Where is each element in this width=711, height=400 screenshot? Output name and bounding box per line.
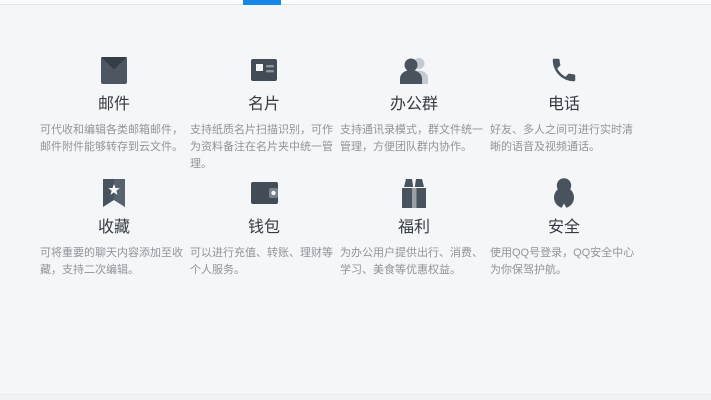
bookmark-star-icon xyxy=(39,178,189,208)
feature-title: 邮件 xyxy=(39,95,189,115)
feature-description: 可将重要的聊天内容添加至收藏，支持二次编辑。 xyxy=(40,245,187,279)
feature-description: 使用QQ号登录，QQ安全中心为你保驾护航。 xyxy=(490,245,637,279)
feature-card-security: 安全 使用QQ号登录，QQ安全中心为你保驾护航。 xyxy=(489,178,639,301)
feature-description: 好友、多人之间可进行实时清晰的语音及视频通话。 xyxy=(490,122,637,156)
feature-card-benefits: 福利 为办公用户提供出行、消费、学习、美食等优惠权益。 xyxy=(339,178,489,301)
qq-penguin-icon xyxy=(489,178,639,208)
active-tab-indicator[interactable] xyxy=(243,0,281,5)
feature-description: 支持通讯录模式，群文件统一管理，方便团队群内协作。 xyxy=(340,122,487,156)
wallet-icon xyxy=(189,178,339,208)
feature-card-favorites: 收藏 可将重要的聊天内容添加至收藏，支持二次编辑。 xyxy=(39,178,189,301)
feature-title: 福利 xyxy=(339,218,489,238)
feature-title: 钱包 xyxy=(189,218,339,238)
feature-description: 为办公用户提供出行、消费、学习、美食等优惠权益。 xyxy=(340,245,487,279)
office-group-icon xyxy=(339,55,489,85)
feature-description: 支持纸质名片扫描识别，可作为资料备注在名片夹中统一管理。 xyxy=(190,122,337,173)
feature-title: 安全 xyxy=(489,218,639,238)
feature-grid: 邮件 可代收和编辑各类邮箱邮件，邮件附件能够转存到云文件。 名片 支持纸质名片扫… xyxy=(39,55,639,301)
feature-card-mail: 邮件 可代收和编辑各类邮箱邮件，邮件附件能够转存到云文件。 xyxy=(39,55,189,178)
feature-title: 电话 xyxy=(489,95,639,115)
feature-description: 可以进行充值、转账、理财等个人服务。 xyxy=(190,245,337,279)
feature-title: 办公群 xyxy=(339,95,489,115)
mail-icon xyxy=(39,55,189,85)
feature-title: 名片 xyxy=(189,95,339,115)
phone-icon xyxy=(489,55,639,85)
feature-description: 可代收和编辑各类邮箱邮件，邮件附件能够转存到云文件。 xyxy=(40,122,187,156)
feature-page: 邮件 可代收和编辑各类邮箱邮件，邮件附件能够转存到云文件。 名片 支持纸质名片扫… xyxy=(0,0,711,400)
feature-title: 收藏 xyxy=(39,218,189,238)
feature-card-wallet: 钱包 可以进行充值、转账、理财等个人服务。 xyxy=(189,178,339,301)
business-card-icon xyxy=(189,55,339,85)
feature-card-phone: 电话 好友、多人之间可进行实时清晰的语音及视频通话。 xyxy=(489,55,639,178)
gift-icon xyxy=(339,178,489,208)
bottom-section-divider xyxy=(0,394,711,400)
top-tab-bar xyxy=(0,0,711,5)
feature-card-business-card: 名片 支持纸质名片扫描识别，可作为资料备注在名片夹中统一管理。 xyxy=(189,55,339,178)
feature-card-office-group: 办公群 支持通讯录模式，群文件统一管理，方便团队群内协作。 xyxy=(339,55,489,178)
